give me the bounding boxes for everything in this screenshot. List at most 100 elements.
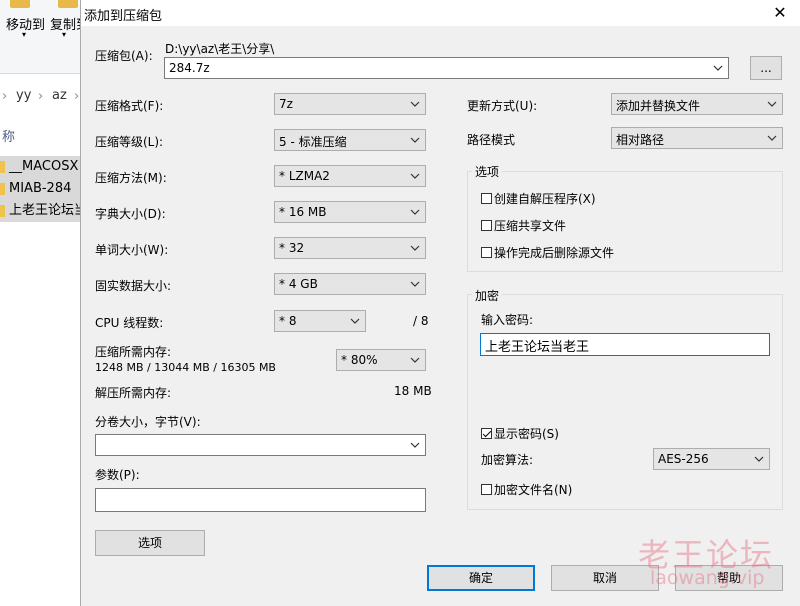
show-password-checkbox[interactable]: 显示密码(S) <box>481 425 559 442</box>
chevron-down-icon <box>410 209 420 215</box>
dialog-titlebar[interactable]: 添加到压缩包 ✕ <box>81 0 800 26</box>
dict-select[interactable]: * 16 MB <box>274 201 426 223</box>
level-value: 5 - 标准压缩 <box>279 135 347 149</box>
params-input[interactable] <box>95 488 426 512</box>
archive-name-combo[interactable]: 284.7z <box>164 57 729 79</box>
chevron-down-icon <box>767 101 777 107</box>
sfx-checkbox[interactable]: 创建自解压程序(X) <box>481 190 596 207</box>
update-mode-label: 更新方式(U): <box>467 99 538 113</box>
chevron-down-icon <box>410 137 420 143</box>
encryption-method-value: AES-256 <box>658 452 709 466</box>
method-value: * LZMA2 <box>279 169 330 183</box>
add-to-archive-dialog: 添加到压缩包 ✕ 压缩包(A): D:\yy\az\老王\分享\ 284.7z … <box>80 0 800 606</box>
path-mode-value: 相对路径 <box>616 133 665 147</box>
method-select[interactable]: * LZMA2 <box>274 165 426 187</box>
chevron-down-icon: ▾ <box>62 30 67 39</box>
options-group-label: 选项 <box>472 163 503 180</box>
encrypt-names-label: 加密文件名(N) <box>494 483 573 497</box>
delete-after-checkbox-label: 操作完成后删除源文件 <box>494 246 615 260</box>
format-label: 压缩格式(F): <box>95 99 164 113</box>
word-select[interactable]: * 32 <box>274 237 426 259</box>
decompress-memory-label: 解压所需内存: <box>95 386 172 400</box>
explorer-ribbon: 移动到 复制到 ▾ ▾ <box>0 0 89 74</box>
cpu-select[interactable]: * 8 <box>274 310 366 332</box>
password-input[interactable]: 上老王论坛当老王 <box>480 333 770 356</box>
checkbox-icon[interactable] <box>481 220 492 231</box>
encryption-method-label: 加密算法: <box>481 453 534 467</box>
path-mode-label: 路径模式 <box>467 133 516 147</box>
cpu-max: / 8 <box>413 314 429 328</box>
encrypt-names-checkbox[interactable]: 加密文件名(N) <box>481 481 572 498</box>
cpu-label: CPU 线程数: <box>95 316 164 330</box>
level-label: 压缩等级(L): <box>95 135 164 149</box>
params-label: 参数(P): <box>95 468 140 482</box>
file-name: MIAB-284 <box>9 181 72 196</box>
dict-value: * 16 MB <box>279 205 327 219</box>
cpu-value: * 8 <box>279 314 297 328</box>
update-mode-select[interactable]: 添加并替换文件 <box>611 93 783 115</box>
encryption-method-select[interactable]: AES-256 <box>653 448 770 470</box>
watermark-url: laowang.vip <box>650 567 765 589</box>
word-value: * 32 <box>279 241 305 255</box>
decompress-memory-value: 18 MB <box>394 384 432 398</box>
close-icon: ✕ <box>773 3 787 22</box>
copy-to-icon <box>58 0 78 8</box>
delete-after-checkbox[interactable]: 操作完成后删除源文件 <box>481 244 614 261</box>
breadcrumb[interactable]: › yy › az › <box>0 84 82 108</box>
checkbox-icon[interactable] <box>481 484 492 495</box>
sfx-checkbox-label: 创建自解压程序(X) <box>494 192 596 206</box>
checkbox-icon[interactable] <box>481 247 492 258</box>
password-label: 输入密码: <box>481 313 534 327</box>
chevron-down-icon <box>410 357 420 363</box>
browse-button[interactable]: ... <box>750 56 782 80</box>
chevron-right-icon: › <box>2 89 8 104</box>
file-name: 上老王论坛当 <box>9 203 82 218</box>
archive-path: D:\yy\az\老王\分享\ <box>165 42 275 56</box>
format-value: 7z <box>279 97 293 111</box>
solid-value: * 4 GB <box>279 277 318 291</box>
folder-icon <box>0 160 5 173</box>
checkbox-icon[interactable] <box>481 193 492 204</box>
chevron-down-icon <box>713 65 723 71</box>
encryption-group-label: 加密 <box>472 287 503 304</box>
options-button[interactable]: 选项 <box>95 530 205 556</box>
chevron-down-icon <box>410 442 420 448</box>
checkbox-checked-icon[interactable] <box>481 428 492 439</box>
show-password-label: 显示密码(S) <box>494 427 559 441</box>
volume-size-combo[interactable] <box>95 434 426 456</box>
memory-usage-value: * 80% <box>341 353 378 367</box>
file-name: __MACOSX <box>9 159 79 174</box>
chevron-down-icon <box>410 173 420 179</box>
chevron-down-icon: ▾ <box>22 30 27 39</box>
folder-icon <box>0 204 5 217</box>
compress-memory-detail: 1248 MB / 13044 MB / 16305 MB <box>95 361 276 374</box>
chevron-down-icon <box>410 101 420 107</box>
chevron-right-icon: › <box>74 89 80 104</box>
solid-select[interactable]: * 4 GB <box>274 273 426 295</box>
path-mode-select[interactable]: 相对路径 <box>611 127 783 149</box>
shared-files-checkbox-label: 压缩共享文件 <box>494 219 567 233</box>
level-select[interactable]: 5 - 标准压缩 <box>274 129 426 151</box>
archive-name-value: 284.7z <box>169 61 210 75</box>
chevron-down-icon <box>350 318 360 324</box>
chevron-down-icon <box>410 281 420 287</box>
column-header-name[interactable]: 称 <box>2 126 15 145</box>
file-list-item[interactable]: 上老王论坛当 <box>0 200 82 222</box>
format-select[interactable]: 7z <box>274 93 426 115</box>
compress-memory-label: 压缩所需内存: <box>95 345 172 359</box>
solid-label: 固实数据大小: <box>95 279 172 293</box>
password-value: 上老王论坛当老王 <box>485 340 590 355</box>
file-list-item[interactable]: MIAB-284 <box>0 178 82 200</box>
close-button[interactable]: ✕ <box>767 3 793 23</box>
memory-usage-select[interactable]: * 80% <box>336 349 426 371</box>
folder-icon <box>0 182 5 195</box>
breadcrumb-item[interactable]: az <box>52 88 67 103</box>
shared-files-checkbox[interactable]: 压缩共享文件 <box>481 217 566 234</box>
dialog-title: 添加到压缩包 <box>84 9 163 24</box>
move-to-icon <box>10 0 30 8</box>
chevron-down-icon <box>410 245 420 251</box>
ok-button[interactable]: 确定 <box>427 565 535 591</box>
archive-label: 压缩包(A): <box>95 49 153 63</box>
file-list-item[interactable]: __MACOSX <box>0 156 82 178</box>
breadcrumb-item[interactable]: yy <box>16 88 31 103</box>
